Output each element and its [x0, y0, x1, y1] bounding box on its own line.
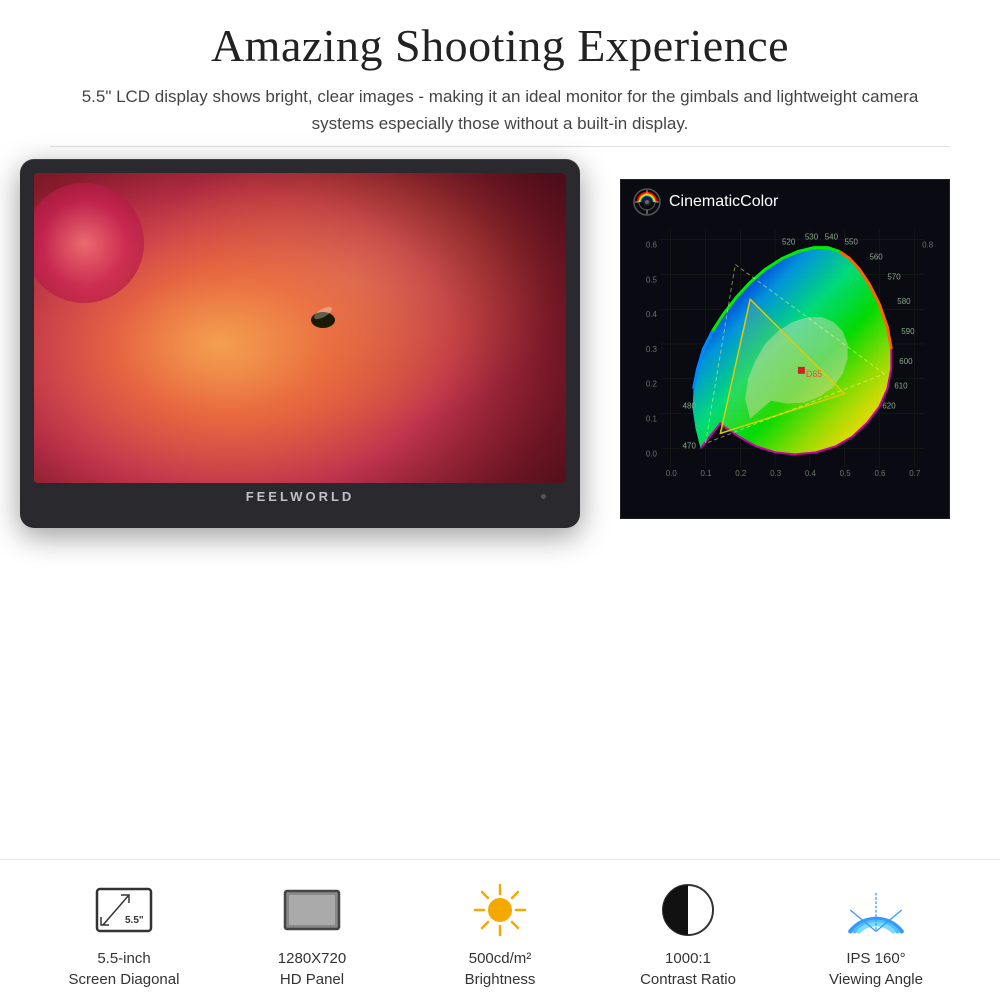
- spec-icon-viewing-angle: [846, 880, 906, 940]
- svg-text:520: 520: [782, 237, 796, 246]
- svg-text:D65: D65: [806, 368, 822, 378]
- spec-item-brightness: 500cd/m² Brightness: [440, 880, 560, 990]
- hd-panel-icon: [283, 887, 341, 933]
- svg-text:0.0: 0.0: [646, 449, 658, 458]
- cie-chart: D65 520 530 540 550 560 570 580 590 600 …: [621, 180, 949, 518]
- brand-label: FEELWORLD: [246, 489, 355, 504]
- svg-text:600: 600: [899, 356, 913, 365]
- page-wrapper: Amazing Shooting Experience 5.5" LCD dis…: [0, 0, 1000, 1000]
- monitor-screen: [34, 173, 566, 483]
- monitor-dot: [541, 494, 546, 499]
- flower-background: [34, 173, 566, 483]
- svg-text:0.3: 0.3: [646, 345, 658, 354]
- contrast-icon: [658, 880, 718, 940]
- svg-text:0.8: 0.8: [922, 240, 934, 249]
- color-chart-box: CinematicColor: [620, 179, 950, 519]
- spec-label-hd-panel: 1280X720 HD Panel: [278, 948, 346, 990]
- page-title: Amazing Shooting Experience: [60, 18, 940, 73]
- svg-text:570: 570: [887, 272, 901, 281]
- screen-diagonal-icon: 5.5": [95, 887, 153, 933]
- spec-icon-brightness: [470, 880, 530, 940]
- svg-text:480: 480: [683, 401, 697, 410]
- monitor-container: FEELWORLD: [20, 159, 600, 849]
- svg-text:610: 610: [894, 381, 908, 390]
- svg-text:0.0: 0.0: [666, 469, 678, 478]
- specs-section: 5.5" 5.5-inch Screen Diagonal 1280X720 H…: [0, 859, 1000, 1000]
- svg-text:530: 530: [805, 232, 819, 241]
- spec-label-brightness: 500cd/m² Brightness: [465, 948, 536, 990]
- svg-text:0.6: 0.6: [646, 240, 658, 249]
- spec-icon-hd-panel: [282, 880, 342, 940]
- svg-text:5.5": 5.5": [125, 915, 144, 926]
- spec-label-viewing-angle: IPS 160° Viewing Angle: [829, 948, 923, 990]
- chart-container: CinematicColor: [600, 159, 980, 849]
- svg-text:0.4: 0.4: [805, 469, 817, 478]
- svg-text:0.2: 0.2: [735, 469, 747, 478]
- header-section: Amazing Shooting Experience 5.5" LCD dis…: [0, 0, 1000, 146]
- svg-text:0.1: 0.1: [646, 414, 658, 423]
- svg-text:0.5: 0.5: [840, 469, 852, 478]
- spec-icon-contrast: [658, 880, 718, 940]
- spec-item-viewing-angle: IPS 160° Viewing Angle: [816, 880, 936, 990]
- svg-text:540: 540: [825, 232, 839, 241]
- sun-icon: [470, 880, 530, 940]
- spec-item-contrast: 1000:1 Contrast Ratio: [628, 880, 748, 990]
- spec-item-hd-panel: 1280X720 HD Panel: [252, 880, 372, 990]
- spec-label-screen-diagonal: 5.5-inch Screen Diagonal: [69, 948, 180, 990]
- svg-text:550: 550: [845, 237, 859, 246]
- svg-text:560: 560: [869, 252, 883, 261]
- chart-header: CinematicColor: [621, 180, 949, 224]
- svg-text:0.5: 0.5: [646, 275, 658, 284]
- spec-item-screen-diagonal: 5.5" 5.5-inch Screen Diagonal: [64, 880, 184, 990]
- svg-text:590: 590: [901, 327, 915, 336]
- monitor-outer: FEELWORLD: [20, 159, 580, 528]
- svg-text:0.2: 0.2: [646, 379, 658, 388]
- main-content: FEELWORLD: [0, 147, 1000, 849]
- viewing-angle-icon: [846, 880, 906, 940]
- spec-label-contrast: 1000:1 Contrast Ratio: [640, 948, 736, 990]
- spec-icon-screen-diagonal: 5.5": [94, 880, 154, 940]
- svg-text:0.3: 0.3: [770, 469, 782, 478]
- svg-text:620: 620: [882, 401, 896, 410]
- svg-text:580: 580: [897, 297, 911, 306]
- page-subtitle: 5.5" LCD display shows bright, clear ima…: [60, 83, 940, 137]
- monitor-bottom-bar: FEELWORLD: [34, 483, 566, 506]
- svg-text:0.7: 0.7: [909, 469, 921, 478]
- bee: [311, 312, 335, 328]
- cinematic-color-logo-icon: [633, 188, 661, 216]
- svg-text:0.4: 0.4: [646, 310, 658, 319]
- svg-text:470: 470: [683, 441, 697, 450]
- chart-title: CinematicColor: [669, 193, 778, 211]
- svg-text:0.6: 0.6: [874, 469, 886, 478]
- svg-text:0.1: 0.1: [701, 469, 713, 478]
